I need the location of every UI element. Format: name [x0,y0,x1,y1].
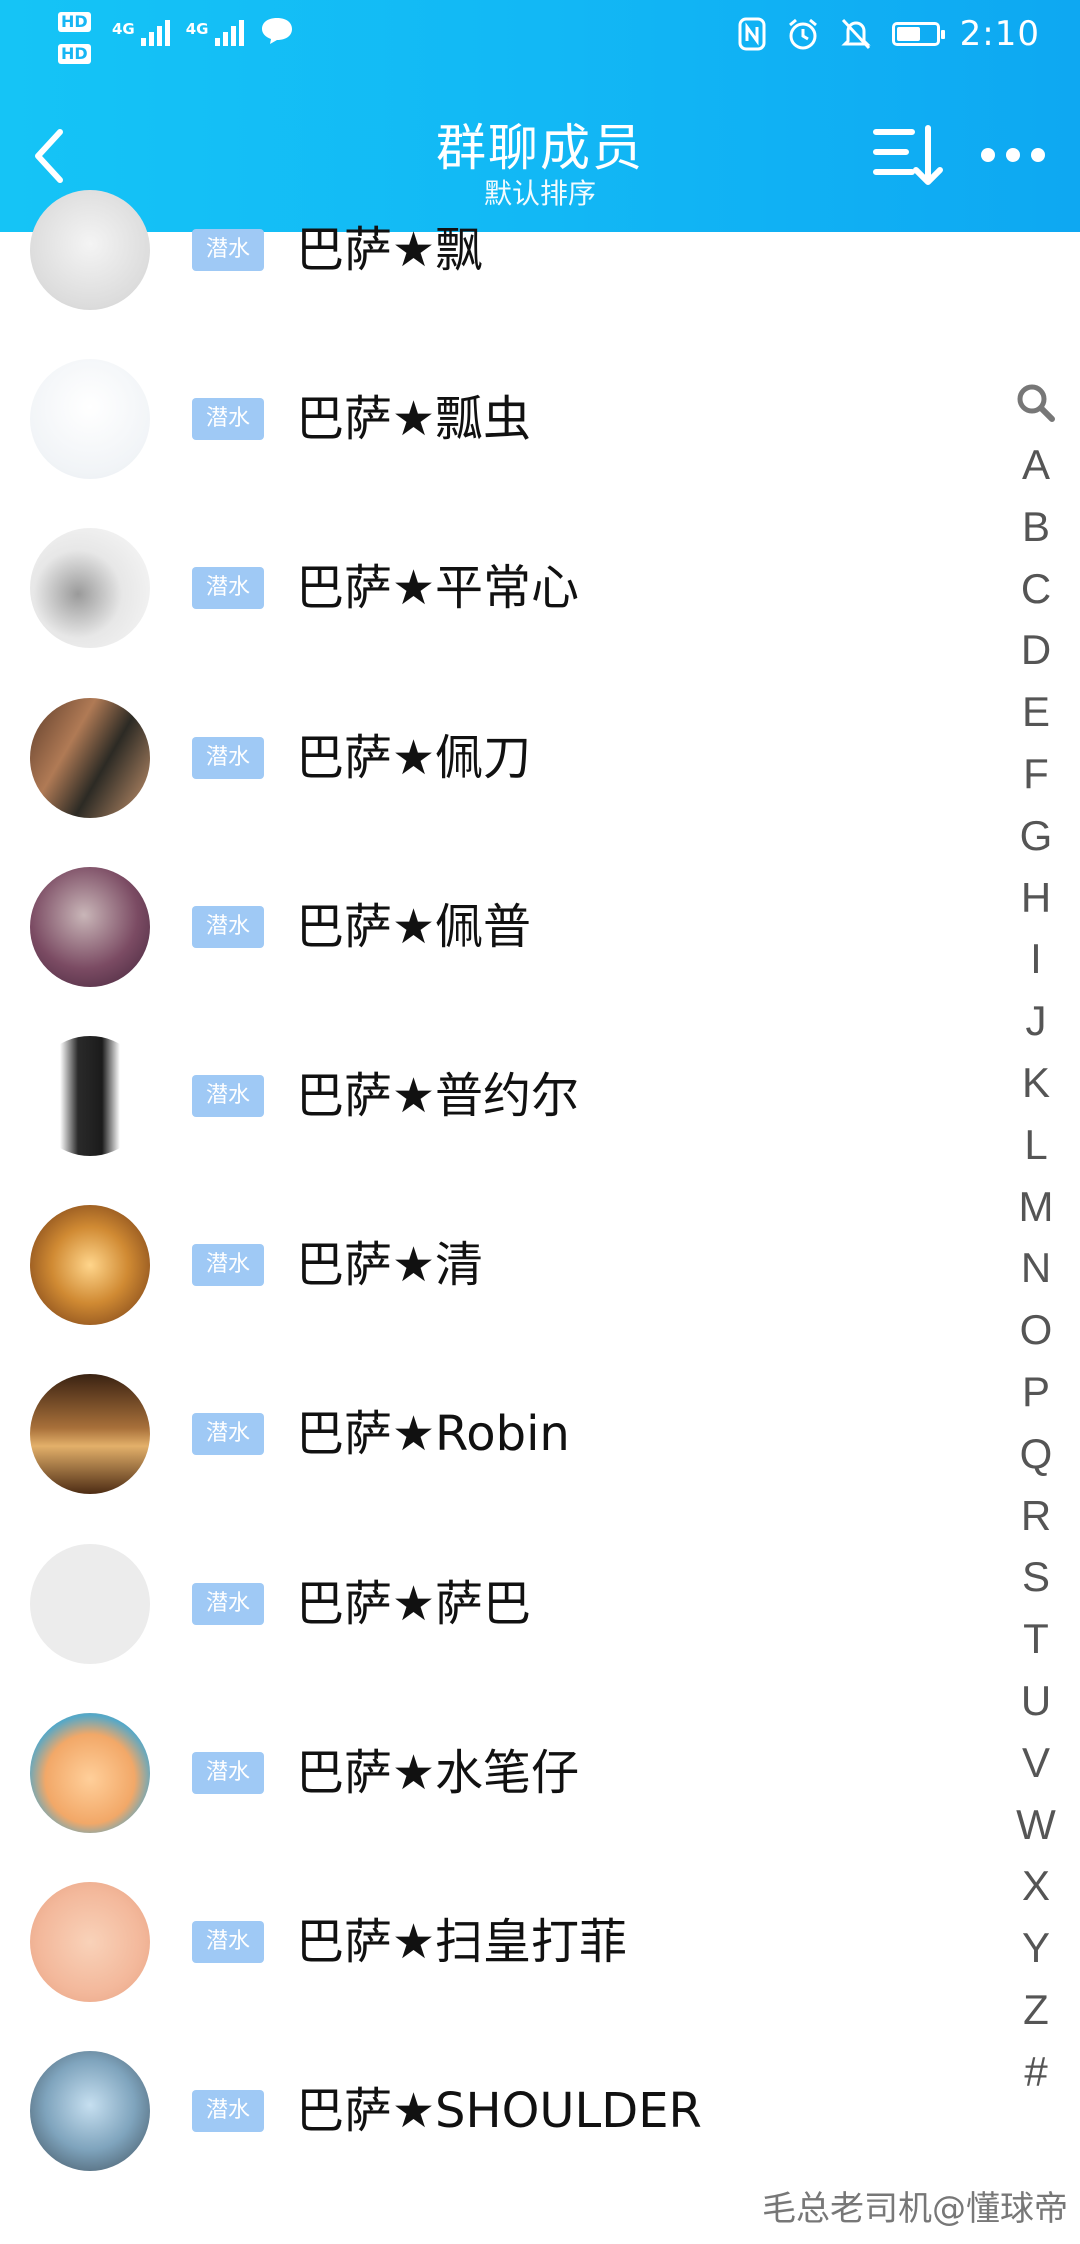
avatar[interactable] [30,1036,150,1156]
index-letter[interactable]: B [1010,496,1062,558]
status-bar: HD HD 4G 4G 2:10 [0,0,1080,80]
watermark: 毛总老司机@懂球帝 [762,2189,1068,2229]
member-row[interactable]: 潜水 巴萨★萨巴 [0,1520,1000,1689]
avatar[interactable] [30,866,150,987]
signal-icon-2: 4G [186,20,244,46]
index-letter[interactable]: O [1010,1299,1062,1361]
index-letter[interactable]: X [1010,1855,1062,1917]
member-name: 巴萨★清 [296,1237,484,1294]
avatar[interactable] [30,1712,150,1833]
avatar[interactable] [30,528,150,649]
avatar[interactable] [30,359,150,480]
index-letter[interactable]: # [1010,2041,1062,2103]
member-level-badge: 潜水 [192,398,264,441]
index-letter[interactable]: Y [1010,1917,1062,1979]
member-name: 巴萨★萨巴 [296,1575,532,1632]
member-level-badge: 潜水 [192,1075,264,1117]
member-row[interactable]: 潜水 巴萨★清 [0,1181,1000,1350]
avatar[interactable] [30,1543,150,1664]
index-letter[interactable]: J [1010,990,1062,1052]
index-letter[interactable]: W [1010,1794,1062,1856]
member-row[interactable]: 潜水 巴萨★Robin [0,1350,1000,1519]
member-level-badge: 潜水 [192,905,264,948]
nfc-icon [738,17,766,51]
member-level-badge: 潜水 [192,1751,264,1794]
index-letter[interactable]: Z [1010,1979,1062,2041]
member-name: 巴萨★平常心 [296,560,580,617]
index-letter[interactable]: F [1010,743,1062,805]
index-letter[interactable]: P [1010,1361,1062,1423]
index-letter[interactable]: Q [1010,1423,1062,1485]
hd-indicator-1: HD [58,12,91,32]
member-level-badge: 潜水 [192,2090,264,2133]
member-row[interactable]: 潜水 巴萨★扫皇打菲 [0,1858,1000,2027]
member-level-badge: 潜水 [192,1413,264,1456]
member-row[interactable]: 潜水 巴萨★瓢虫 [0,335,1000,504]
index-letter[interactable]: V [1010,1732,1062,1794]
index-letter[interactable]: S [1010,1546,1062,1608]
member-row[interactable]: 潜水 巴萨★飘 [0,166,1000,335]
index-letter[interactable]: N [1010,1237,1062,1299]
member-row[interactable]: 潜水 巴萨★水笔仔 [0,1689,1000,1858]
member-name: 巴萨★佩刀 [296,729,532,786]
network-type-2: 4G [185,20,209,38]
index-letter[interactable]: H [1010,867,1062,929]
member-level-badge: 潜水 [192,567,264,610]
member-name: 巴萨★佩普 [296,898,532,955]
index-letter[interactable]: E [1010,681,1062,743]
member-level-badge: 潜水 [192,229,264,271]
index-letter[interactable]: A [1010,434,1062,496]
member-row[interactable]: 潜水 巴萨★佩普 [0,843,1000,1012]
member-name: 巴萨★飘 [296,222,484,278]
mute-icon [841,18,871,50]
index-letter[interactable]: I [1010,928,1062,990]
signal-icon-1: 4G [112,20,170,46]
member-name: 巴萨★Robin [296,1406,570,1463]
index-letter[interactable]: M [1010,1176,1062,1238]
index-letter[interactable]: G [1010,805,1062,867]
member-level-badge: 潜水 [192,736,264,779]
avatar[interactable] [30,1882,150,2002]
member-name: 巴萨★普约尔 [296,1068,580,1124]
member-row[interactable]: 潜水 巴萨★普约尔 [0,1012,1000,1181]
avatar[interactable] [30,697,150,818]
alphabet-index-bar[interactable]: A B C D E F G H I J K L M N O P Q R S T U V W X Y Z # [1010,378,1062,2103]
index-letter[interactable]: C [1010,558,1062,620]
index-letter[interactable]: R [1010,1485,1062,1547]
index-letter[interactable]: D [1010,619,1062,681]
avatar[interactable] [30,2051,150,2172]
member-row[interactable]: 潜水 巴萨★佩刀 [0,674,1000,843]
network-type-1: 4G [112,20,135,38]
alarm-icon [788,18,817,50]
battery-level [896,27,920,41]
clock: 2:10 [959,14,1040,54]
avatar[interactable] [30,190,150,310]
avatar[interactable] [30,1374,150,1495]
member-level-badge: 潜水 [192,1921,264,1963]
message-icon [261,18,292,44]
index-letter[interactable]: U [1010,1670,1062,1732]
avatar[interactable] [30,1205,150,1326]
member-row[interactable]: 潜水 巴萨★SHOULDER [0,2027,1000,2196]
member-level-badge: 潜水 [192,1582,264,1625]
index-letter[interactable]: L [1010,1114,1062,1176]
battery-icon [891,22,945,46]
member-row[interactable]: 潜水 巴萨★平常心 [0,504,1000,673]
index-letter[interactable]: K [1010,1052,1062,1114]
member-name: 巴萨★SHOULDER [296,2083,702,2140]
member-name: 巴萨★水笔仔 [296,1744,580,1801]
member-level-badge: 潜水 [192,1244,264,1287]
member-name: 巴萨★瓢虫 [296,391,532,448]
member-name: 巴萨★扫皇打菲 [296,1914,628,1970]
search-icon[interactable] [1010,378,1062,428]
hd-indicator-2: HD [58,44,91,64]
index-letter[interactable]: T [1010,1608,1062,1670]
